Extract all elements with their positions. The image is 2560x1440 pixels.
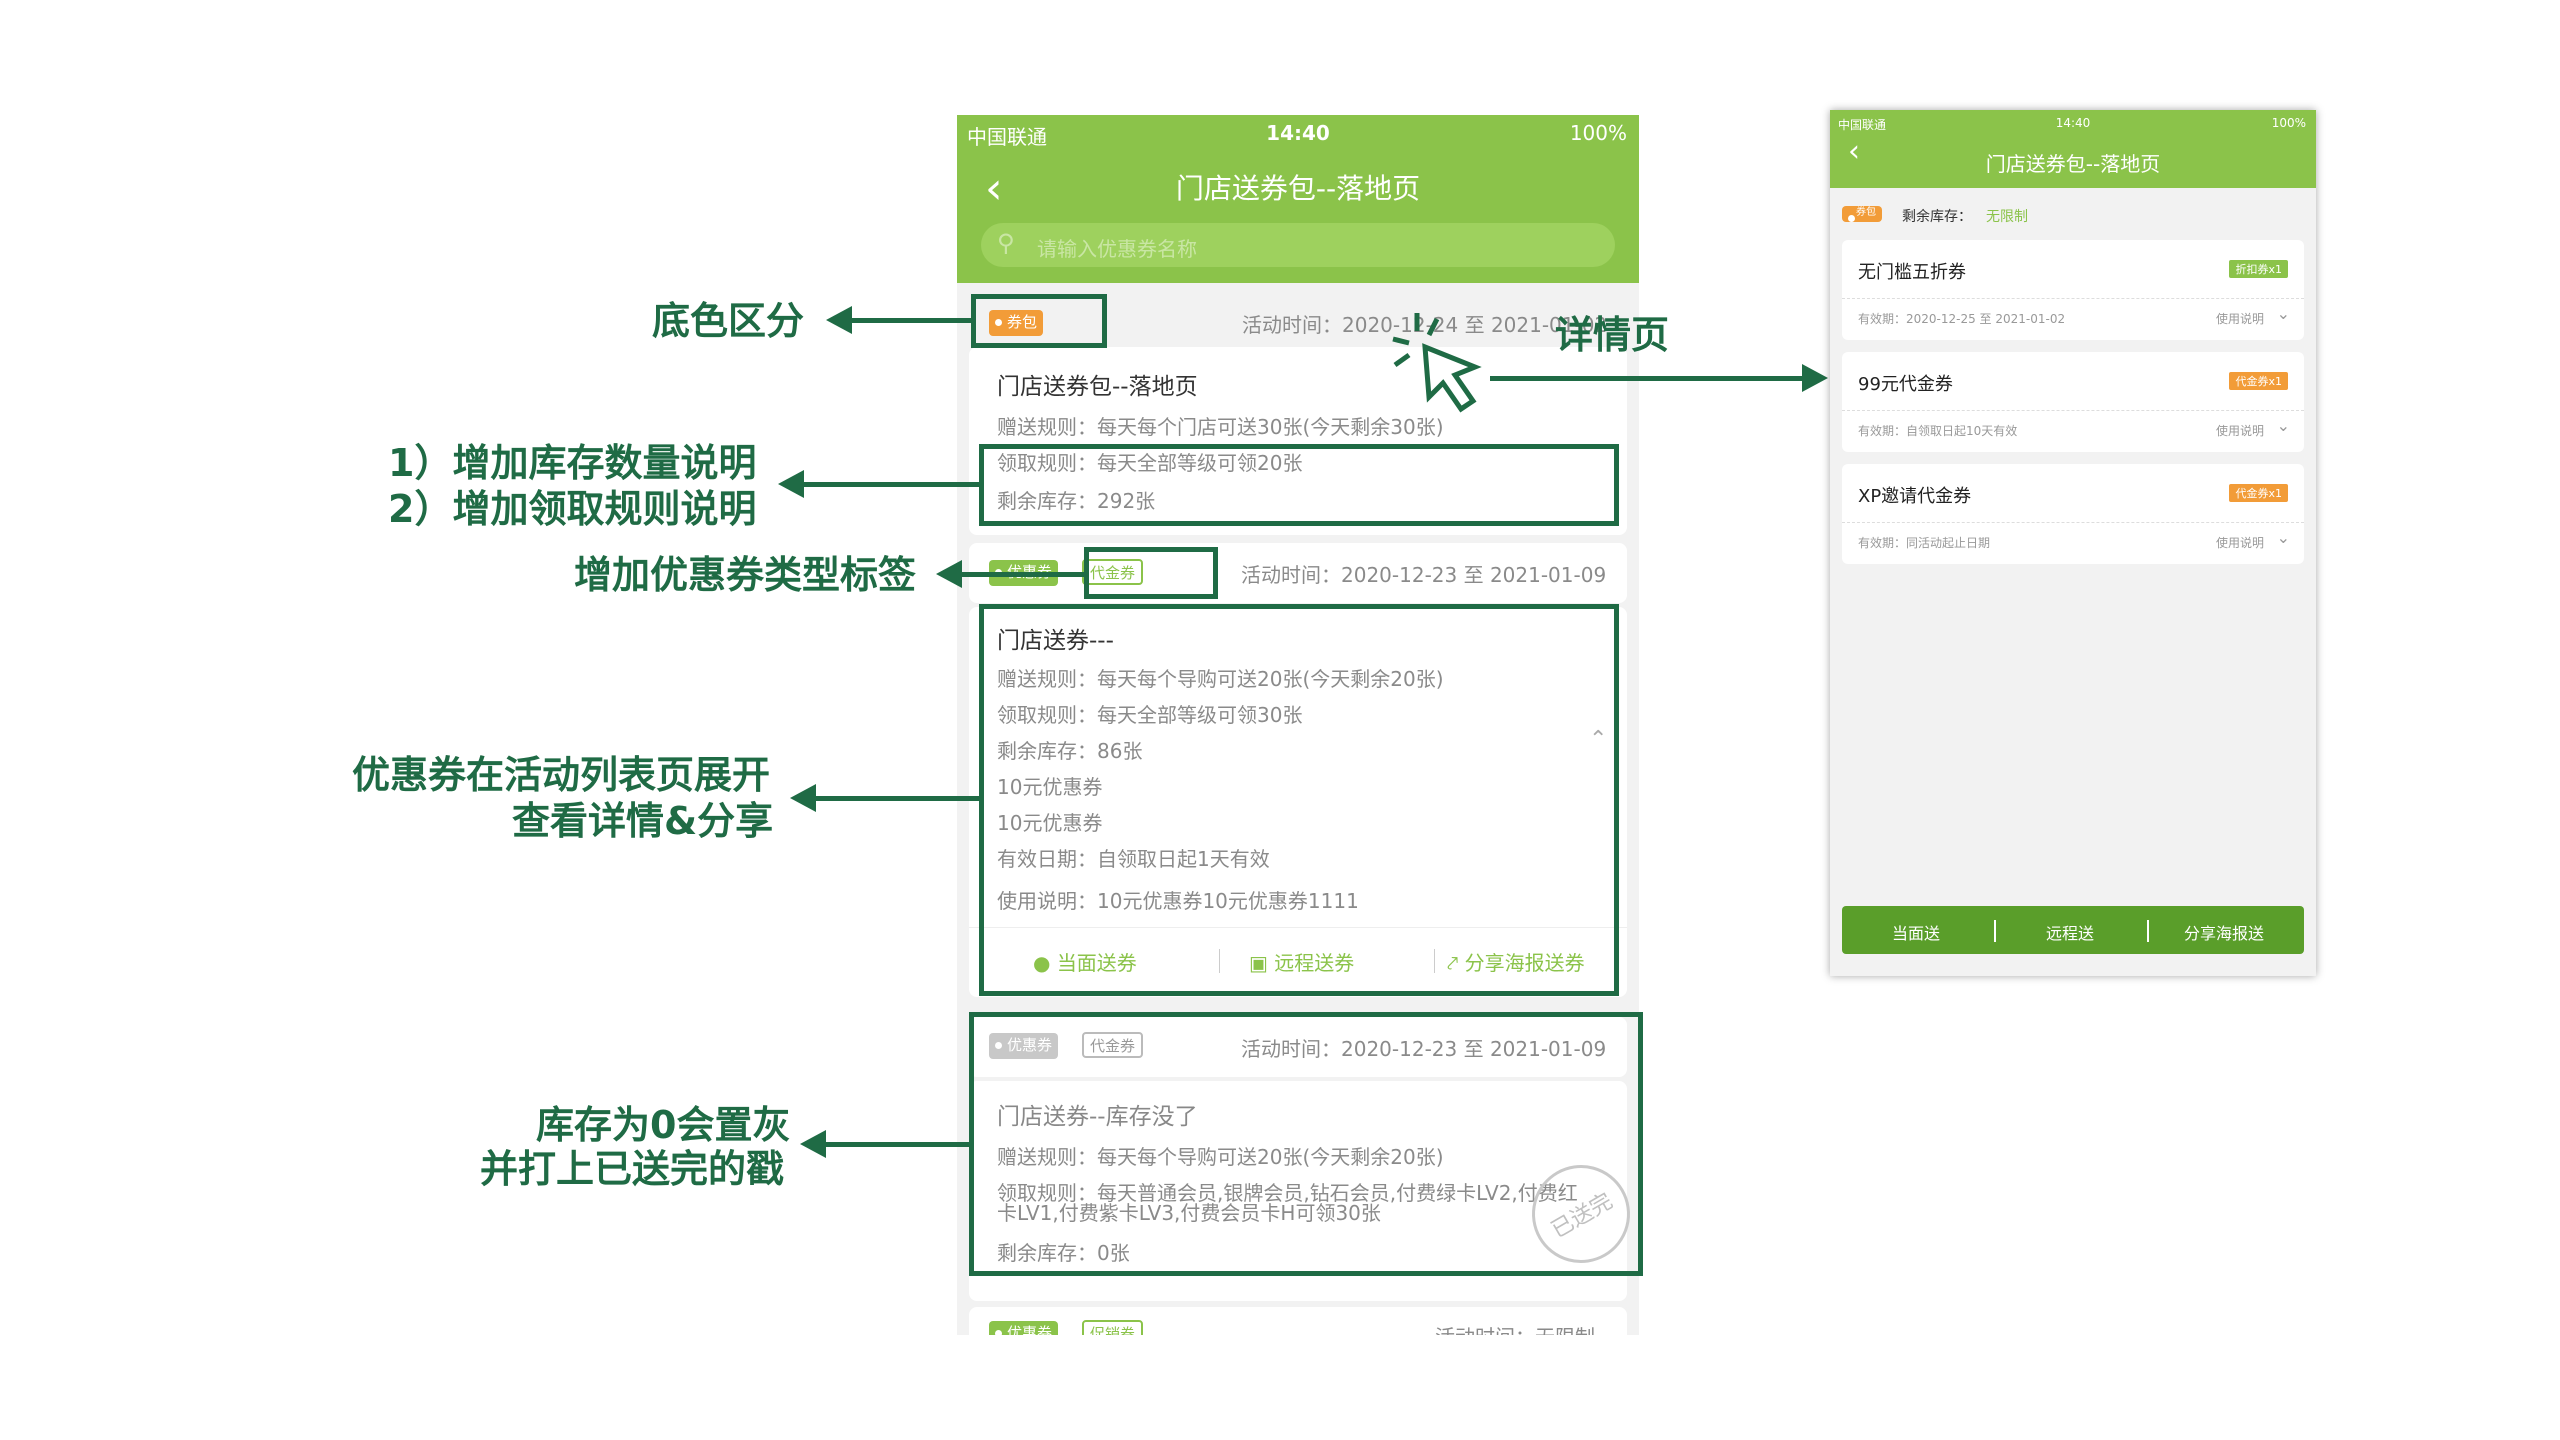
search-icon: ⚲: [997, 229, 1015, 257]
arrow: [1490, 376, 1806, 381]
remote-button[interactable]: 远程送: [2046, 920, 2094, 944]
annotation-detail: 详情页: [1555, 313, 1670, 357]
stock-value: 无限制: [1986, 209, 2028, 225]
arrow: [958, 572, 1086, 577]
coupon-item-card[interactable]: 无门槛五折券 折扣券x1 有效期：2020-12-25 至 2021-01-02…: [1842, 240, 2304, 340]
status-bar: 中国联通 14:40 100%: [957, 115, 1639, 149]
coupon-badge: 折扣券x1: [2229, 260, 2288, 278]
annotation-stock-1: 1）增加库存数量说明: [388, 441, 757, 485]
highlight-rules: [979, 444, 1619, 526]
arrow: [800, 482, 980, 487]
usage-link[interactable]: 使用说明: [2216, 422, 2264, 439]
battery: 100%: [1569, 121, 1627, 145]
stock-label: 剩余库存：: [1902, 209, 1972, 225]
coupon-name: XP邀请代金券: [1858, 486, 1972, 507]
status-time: 14:40: [1266, 121, 1330, 145]
share-poster-button[interactable]: 分享海报送: [2184, 920, 2264, 944]
coupon-badge: 代金券x1: [2229, 372, 2288, 390]
status-time: 14:40: [2055, 116, 2091, 130]
divider: [1842, 522, 2304, 523]
divider: [1842, 410, 2304, 411]
chevron-down-icon[interactable]: ⌄: [2277, 416, 2290, 435]
page-title: 门店送券包--落地页: [1175, 172, 1421, 205]
highlight-expanded: [979, 604, 1619, 996]
battery: 100%: [2271, 116, 2306, 130]
header: 中国联通 14:40 100% ‹ 门店送券包--落地页: [1830, 110, 2316, 188]
arrow: [822, 1142, 970, 1147]
annotation-zero-2: 并打上已送完的戳: [480, 1147, 785, 1191]
annotation-bg: 底色区分: [652, 299, 805, 343]
highlight-type-tag: [1084, 547, 1218, 599]
click-cursor-icon: [1392, 313, 1482, 413]
coupon-validity: 有效期：同活动起止日期: [1858, 536, 1991, 550]
coupon-validity: 有效期：2020-12-25 至 2021-01-02: [1858, 312, 2066, 326]
coupon-name: 无门槛五折券: [1858, 262, 1966, 283]
activity-time: 活动时间：无限制: [1435, 1321, 1595, 1335]
face-to-face-button[interactable]: 当面送: [1892, 920, 1940, 944]
tag-package: 券包: [1842, 206, 1882, 222]
highlight-soldout: [969, 1012, 1643, 1276]
gift-rule: 赠送规则：每天每个门店可送30张(今天剩余30张): [997, 415, 1444, 439]
usage-link[interactable]: 使用说明: [2216, 534, 2264, 551]
page-title: 门店送券包--落地页: [1985, 152, 2161, 176]
annotation-stock-2: 2）增加领取规则说明: [388, 487, 757, 531]
annotation-zero-1: 库存为0会置灰: [536, 1103, 791, 1147]
header: 中国联通 14:40 100% ‹ 门店送券包--落地页 ⚲ 请输入优惠券名称: [957, 115, 1639, 283]
usage-link[interactable]: 使用说明: [2216, 310, 2264, 327]
divider: [2147, 920, 2149, 942]
arrow: [848, 318, 972, 323]
coupon-validity: 有效期：自领取日起10天有效: [1858, 424, 2018, 438]
coupon-name: 99元代金券: [1858, 374, 1953, 395]
coupon-item-card[interactable]: XP邀请代金券 代金券x1 有效期：同活动起止日期 使用说明 ⌄: [1842, 464, 2304, 564]
coupon-item-card[interactable]: 99元代金券 代金券x1 有效期：自领取日起10天有效 使用说明 ⌄: [1842, 352, 2304, 452]
search-placeholder: 请输入优惠券名称: [1037, 237, 1197, 261]
divider: [1994, 920, 1996, 942]
card-name: 门店送券包--落地页: [997, 374, 1198, 400]
chevron-down-icon[interactable]: ⌄: [2277, 528, 2290, 547]
annotation-expand-1: 优惠券在活动列表页展开: [352, 753, 771, 797]
coupon-badge: 代金券x1: [2229, 484, 2288, 502]
annotation-coupon-tag: 增加优惠券类型标签: [574, 553, 917, 597]
tag-type: 促销券: [1082, 1320, 1144, 1335]
search-input[interactable]: ⚲ 请输入优惠券名称: [981, 223, 1615, 267]
divider: [1842, 298, 2304, 299]
bottom-action-bar: 当面送 远程送 分享海报送: [1842, 906, 2304, 954]
phone-detail-page: 中国联通 14:40 100% ‹ 门店送券包--落地页 券包 剩余库存： 无限…: [1830, 110, 2316, 976]
tag-coupon: 优惠券: [989, 1321, 1059, 1335]
highlight-tag: [971, 294, 1107, 348]
activity-time: 活动时间：2020-12-23 至 2021-01-09: [1241, 563, 1607, 587]
card4-head: 优惠券 促销券 活动时间：无限制: [969, 1307, 1627, 1335]
chevron-down-icon[interactable]: ⌄: [2277, 304, 2290, 323]
arrow: [812, 796, 980, 801]
annotation-expand-2: 查看详情&分享: [512, 799, 774, 843]
